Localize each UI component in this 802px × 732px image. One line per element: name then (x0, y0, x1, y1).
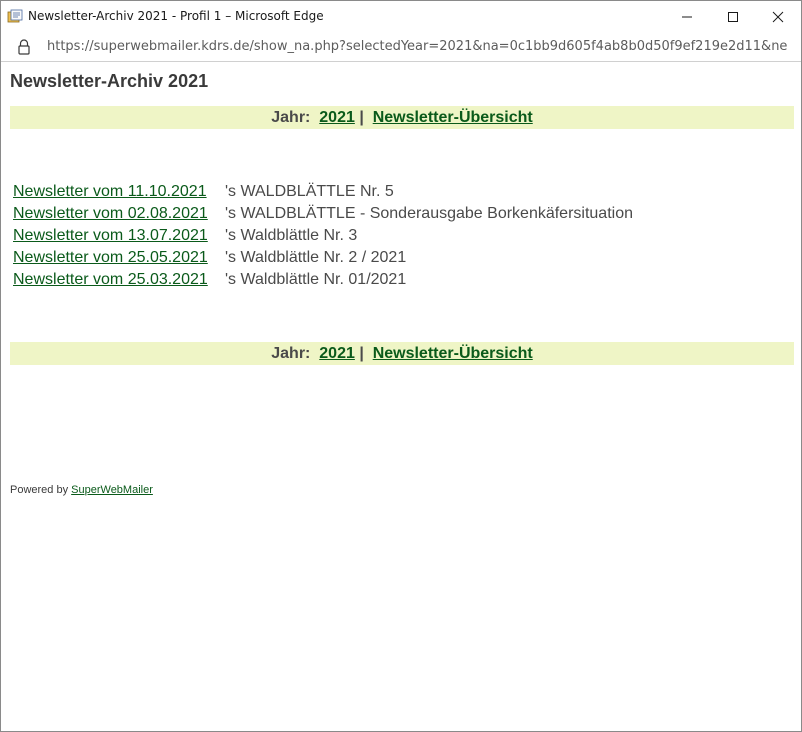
close-icon (772, 11, 784, 22)
newsletter-subject: 's Waldblättle Nr. 3 (225, 227, 358, 244)
minimize-button[interactable] (664, 1, 710, 32)
browser-window: Newsletter-Archiv 2021 - Profil 1 – Micr… (0, 0, 802, 732)
newsletter-subject: 's Waldblättle Nr. 01/2021 (225, 271, 407, 288)
newsletter-subject: 's WALDBLÄTTLE - Sonderausgabe Borkenkäf… (225, 205, 633, 222)
newsletter-link[interactable]: Newsletter vom 25.05.2021 (13, 249, 225, 267)
nav-separator: | (359, 345, 364, 362)
newsletter-link[interactable]: Newsletter vom 11.10.2021 (13, 183, 225, 201)
address-bar[interactable]: https://superwebmailer.kdrs.de/show_na.p… (1, 32, 801, 62)
year-nav-top: Jahr: 2021 | Newsletter-Übersicht (10, 106, 794, 129)
page-title: Newsletter-Archiv 2021 (10, 71, 209, 91)
maximize-icon (728, 11, 738, 22)
list-item: Newsletter vom 02.08.2021 's WALDBLÄTTLE… (13, 203, 633, 225)
year-label: Jahr: (271, 109, 311, 126)
lock-icon[interactable] (17, 39, 31, 55)
close-button[interactable] (755, 1, 801, 32)
list-item: Newsletter vom 25.05.2021 's Waldblättle… (13, 247, 633, 269)
app-icon (7, 9, 23, 23)
powered-by-text: Powered by (10, 484, 69, 496)
list-item: Newsletter vom 25.03.2021 's Waldblättle… (13, 269, 633, 291)
year-link[interactable]: 2021 (319, 109, 355, 126)
url-text[interactable]: https://superwebmailer.kdrs.de/show_na.p… (47, 39, 787, 54)
newsletter-link[interactable]: Newsletter vom 02.08.2021 (13, 205, 225, 223)
list-item: Newsletter vom 11.10.2021 's WALDBLÄTTLE… (13, 181, 633, 203)
overview-link[interactable]: Newsletter-Übersicht (373, 109, 533, 126)
year-label: Jahr: (271, 345, 311, 362)
newsletter-link[interactable]: Newsletter vom 13.07.2021 (13, 227, 225, 245)
powered-by: Powered by SuperWebMailer (10, 484, 153, 496)
year-link[interactable]: 2021 (319, 345, 355, 362)
page-content: Newsletter-Archiv 2021 Jahr: 2021 | News… (1, 63, 801, 731)
newsletter-link[interactable]: Newsletter vom 25.03.2021 (13, 271, 225, 289)
minimize-icon (682, 16, 692, 17)
newsletter-subject: 's WALDBLÄTTLE Nr. 5 (225, 183, 394, 200)
maximize-button[interactable] (710, 1, 756, 32)
superwebmailer-link[interactable]: SuperWebMailer (71, 484, 153, 496)
window-title: Newsletter-Archiv 2021 - Profil 1 – Micr… (28, 9, 324, 23)
newsletter-list: Newsletter vom 11.10.2021 's WALDBLÄTTLE… (13, 181, 633, 291)
overview-link[interactable]: Newsletter-Übersicht (373, 345, 533, 362)
title-bar[interactable]: Newsletter-Archiv 2021 - Profil 1 – Micr… (1, 1, 801, 32)
newsletter-subject: 's Waldblättle Nr. 2 / 2021 (225, 249, 407, 266)
nav-separator: | (359, 109, 364, 126)
list-item: Newsletter vom 13.07.2021 's Waldblättle… (13, 225, 633, 247)
year-nav-bottom: Jahr: 2021 | Newsletter-Übersicht (10, 342, 794, 365)
